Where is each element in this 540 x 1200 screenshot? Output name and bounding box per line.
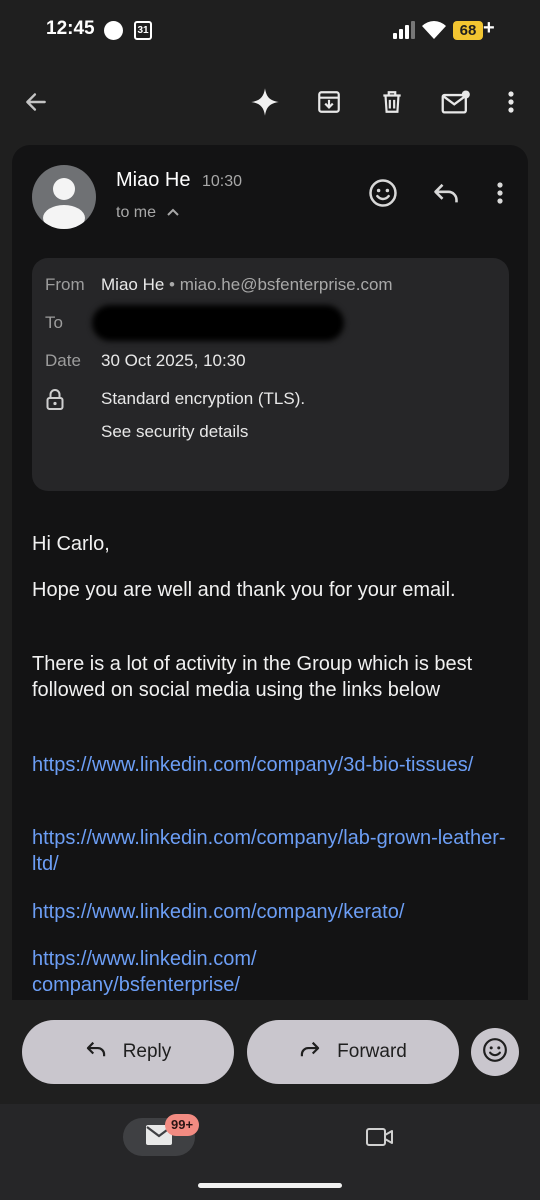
body-paragraph-2: There is a lot of activity in the Group … [32, 653, 473, 701]
message-time: 10:30 [202, 173, 243, 190]
mark-unread-icon[interactable] [432, 72, 480, 132]
from-label: From [45, 275, 85, 294]
nav-meet-tab[interactable] [360, 1124, 400, 1154]
chevron-up-icon [166, 204, 180, 222]
avatar[interactable] [32, 165, 96, 229]
from-value: Miao He • miao.he@bsfenterprise.com [101, 275, 393, 295]
calendar-icon: 31 [134, 21, 152, 40]
body-greeting: Hi Carlo, [32, 533, 110, 555]
status-time: 12:45 [46, 18, 95, 39]
status-bar: 12:45 31 68 + [0, 0, 540, 62]
bottom-navigation: 99+ [0, 1104, 540, 1200]
message-card: Miao He 10:30 to me From Miao He • miao.… [12, 145, 528, 1000]
forward-label: Forward [337, 1041, 407, 1062]
sparkle-icon[interactable] [241, 72, 289, 132]
date-label: Date [45, 351, 81, 370]
sender-name[interactable]: Miao He [116, 169, 190, 192]
link-3d-bio-tissues[interactable]: https://www.linkedin.com/company/3d-bio-… [32, 752, 512, 778]
body-paragraph-1: Hope you are well and thank you for your… [32, 579, 456, 601]
redacted-recipient [92, 305, 344, 341]
wifi-icon [421, 20, 447, 45]
battery-icon: 68 [453, 21, 483, 40]
reply-button[interactable]: Reply [22, 1020, 234, 1084]
record-dot-icon [104, 21, 123, 40]
forward-button[interactable]: Forward [247, 1020, 459, 1084]
from-name: Miao He [101, 275, 165, 294]
add-reaction-button[interactable] [471, 1028, 519, 1076]
reply-arrow-icon [85, 1040, 107, 1064]
archive-icon[interactable] [305, 72, 353, 132]
message-more-icon[interactable] [480, 173, 520, 213]
from-email: • miao.he@bsfenterprise.com [164, 275, 393, 294]
reply-label: Reply [122, 1041, 172, 1062]
video-camera-icon [365, 1126, 395, 1153]
forward-arrow-icon [299, 1040, 321, 1064]
back-arrow-icon[interactable] [12, 72, 60, 132]
reply-icon[interactable] [426, 173, 466, 213]
emoji-reaction-icon[interactable] [363, 173, 403, 213]
unread-count-badge: 99+ [165, 1114, 200, 1136]
security-details-link[interactable]: See security details [101, 422, 248, 442]
delete-icon[interactable] [368, 72, 416, 132]
date-value: 30 Oct 2025, 10:30 [101, 351, 246, 370]
to-line-label: to me [116, 204, 157, 221]
message-details: From Miao He • miao.he@bsfenterprise.com… [32, 258, 509, 491]
more-vert-icon[interactable] [487, 72, 535, 132]
emoji-icon [482, 1037, 508, 1068]
signal-icon [392, 20, 416, 45]
link-kerato[interactable]: https://www.linkedin.com/company/kerato/ [32, 899, 512, 925]
to-label: To [45, 313, 63, 332]
link-lab-grown-leather[interactable]: https://www.linkedin.com/company/lab-gro… [32, 825, 512, 877]
lock-icon [46, 388, 64, 415]
recipient-toggle[interactable]: to me [116, 204, 180, 222]
link-bsfenterprise[interactable]: https://www.linkedin.com/ company/bsfent… [32, 946, 332, 998]
encryption-text: Standard encryption (TLS). [101, 389, 306, 408]
home-indicator[interactable] [198, 1183, 342, 1188]
top-app-bar [0, 72, 540, 132]
battery-charging-plus: + [483, 17, 495, 39]
